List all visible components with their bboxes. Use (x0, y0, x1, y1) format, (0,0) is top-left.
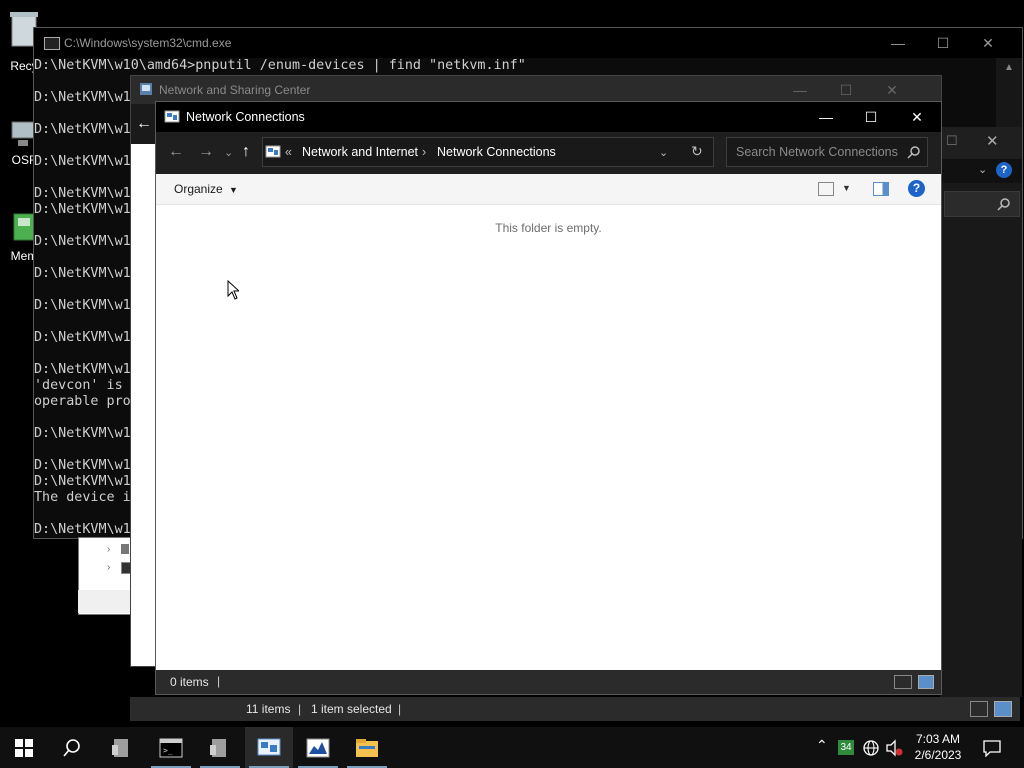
help-icon[interactable]: ? (996, 162, 1012, 178)
clock-time: 7:03 AM (915, 732, 961, 746)
taskbar-app-file-explorer[interactable] (343, 727, 391, 768)
volume-muted-icon[interactable] (885, 739, 903, 757)
forward-button[interactable]: → (198, 143, 214, 161)
breadcrumb-network-connections[interactable]: Network Connections (437, 145, 556, 159)
windows-logo-icon (15, 739, 33, 757)
taskbar: >_ ⌃ 34 7:03 AM 2/6/2023 (0, 727, 1024, 768)
maximize-button[interactable]: ☐ (920, 28, 966, 58)
background-dropdown[interactable]: ⌄ ? (940, 159, 1022, 183)
chevron-right-icon[interactable]: › (107, 544, 110, 555)
chevron-down-icon[interactable]: ⌄ (978, 163, 987, 176)
file-explorer-icon (356, 739, 378, 757)
large-icons-view-icon[interactable] (918, 675, 934, 689)
chevron-right-icon[interactable]: › (107, 562, 110, 573)
taskbar-app-server-manager-2[interactable] (196, 727, 244, 768)
cmd-titlebar[interactable]: C:\Windows\system32\cmd.exe — ☐ ✕ (34, 28, 1022, 58)
refresh-button[interactable]: ↻ (691, 143, 703, 160)
preview-pane-icon[interactable] (873, 182, 889, 196)
details-view-icon[interactable] (970, 701, 988, 717)
control-panel-icon (265, 145, 281, 158)
status-item-count: 11 items (246, 702, 291, 716)
taskbar-app-task-manager[interactable] (294, 727, 342, 768)
clock-date: 2/6/2023 (914, 748, 962, 762)
command-prompt-icon (44, 37, 60, 50)
network-connections-icon (257, 738, 281, 756)
nc-title: Network Connections (186, 110, 305, 124)
show-hidden-icons-button[interactable]: ⌃ (816, 737, 828, 754)
breadcrumb-overflow[interactable]: « (285, 145, 292, 159)
background-explorer-footer (78, 590, 130, 613)
help-icon[interactable]: ? (908, 180, 925, 197)
nc-status-bar: 0 items | (156, 670, 941, 694)
nsc-title: Network and Sharing Center (159, 83, 311, 97)
breadcrumb-network-and-internet[interactable]: Network and Internet (302, 145, 418, 159)
search-box[interactable]: Search Network Connections (726, 137, 928, 167)
nsc-status-bar: 11 items | 1 item selected | (130, 697, 1020, 721)
navigation-bar: ← → ⌄ ↑ « Network and Internet › Network… (156, 132, 941, 174)
network-connections-window[interactable]: Network Connections — ☐ ✕ ← → ⌄ ↑ « Netw… (155, 101, 942, 695)
nsc-back-button[interactable]: ← (131, 104, 157, 144)
nc-titlebar[interactable]: Network Connections — ☐ ✕ (156, 102, 941, 132)
search-icon (63, 739, 80, 757)
maximize-button[interactable]: ☐ (848, 102, 894, 132)
background-search[interactable] (944, 191, 1020, 217)
nsc-titlebar[interactable]: Network and Sharing Center — ☐ ✕ (131, 76, 941, 104)
status-item-count: 0 items (170, 675, 209, 689)
network-globe-icon[interactable] (862, 739, 880, 757)
close-icon[interactable]: ✕ (986, 132, 999, 150)
taskbar-app-server-manager[interactable] (98, 727, 146, 768)
console-line: D:\NetKVM\w10\amd64>pnputil /enum-device… (34, 58, 526, 73)
taskbar-app-command-prompt[interactable]: >_ (147, 727, 195, 768)
search-icon (997, 198, 1010, 211)
action-center-icon[interactable] (982, 739, 1002, 757)
mouse-cursor-icon (227, 280, 239, 300)
command-prompt-icon: >_ (159, 738, 183, 758)
change-view-icon[interactable] (818, 182, 834, 196)
close-button[interactable]: ✕ (965, 28, 1011, 58)
cmd-title: C:\Windows\system32\cmd.exe (64, 36, 232, 50)
file-list-area[interactable]: This folder is empty. (156, 205, 941, 669)
server-manager-2-icon (210, 739, 226, 757)
view-options-dropdown[interactable]: ▼ (842, 183, 851, 193)
back-button[interactable]: ← (168, 143, 184, 161)
tray-badge-icon[interactable]: 34 (838, 740, 854, 755)
minimize-button[interactable]: — (803, 102, 849, 132)
breadcrumb-separator: › (422, 145, 427, 159)
status-separator: | (217, 674, 221, 688)
details-view-icon[interactable] (894, 675, 912, 689)
status-separator: | (298, 702, 302, 716)
taskbar-app-network-connections[interactable] (245, 727, 293, 768)
scroll-up-icon[interactable]: ▲ (1004, 62, 1014, 73)
tree-item-icon (121, 544, 129, 554)
background-window-right[interactable]: ☐ ✕ ⌄ ? (940, 127, 1022, 697)
chevron-down-icon: ▼ (229, 185, 238, 195)
organize-button[interactable]: Organize ▼ (174, 182, 238, 196)
address-bar[interactable]: « Network and Internet › Network Connect… (262, 137, 714, 167)
minimize-button[interactable]: — (875, 28, 921, 58)
clock[interactable]: 7:03 AM 2/6/2023 (908, 731, 968, 763)
status-separator: | (398, 702, 402, 716)
large-icons-view-icon[interactable] (994, 701, 1012, 717)
close-button[interactable]: ✕ (894, 102, 940, 132)
organize-label: Organize (174, 182, 223, 196)
command-bar: Organize ▼ ▼ ? (156, 174, 941, 205)
start-button[interactable] (0, 727, 48, 768)
network-connections-icon (164, 110, 180, 123)
svg-text:>_: >_ (163, 746, 173, 755)
search-placeholder: Search Network Connections (736, 145, 898, 159)
empty-folder-message: This folder is empty. (495, 221, 602, 235)
up-button[interactable]: ↑ (242, 143, 250, 161)
background-titlebar[interactable]: ☐ ✕ (940, 127, 1022, 159)
search-button[interactable] (48, 727, 96, 768)
status-selection: 1 item selected (311, 702, 392, 716)
back-arrow-icon: ← (136, 115, 152, 132)
restore-icon[interactable]: ☐ (946, 133, 958, 149)
recent-locations-button[interactable]: ⌄ (224, 146, 233, 159)
address-dropdown-icon[interactable]: ⌄ (659, 146, 668, 159)
network-icon (140, 83, 152, 95)
task-manager-icon (306, 738, 330, 758)
search-icon (907, 146, 920, 159)
server-manager-icon (112, 739, 128, 757)
